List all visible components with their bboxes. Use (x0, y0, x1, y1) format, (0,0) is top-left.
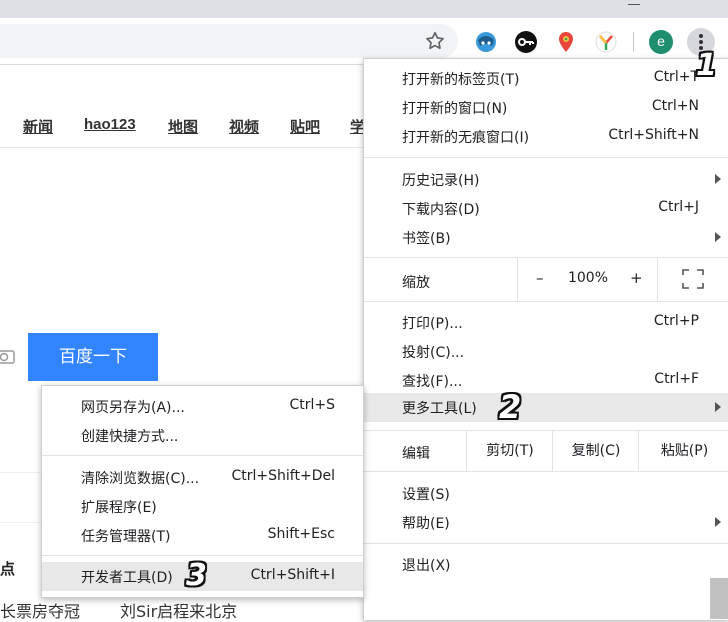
menu-separator (42, 455, 363, 456)
menu-item-print[interactable]: 打印(P)... Ctrl+P (364, 308, 728, 337)
zoom-row: 缩放 – 100% + (364, 258, 728, 301)
step-annotation-1: 1 (696, 48, 717, 83)
chevron-right-icon (715, 402, 721, 412)
chevron-right-icon (715, 232, 721, 242)
menu-item-bookmarks[interactable]: 书签(B) (364, 223, 728, 252)
menu-item-label: 历史记录(H) (402, 173, 480, 189)
cut-button[interactable]: 剪切(T) (466, 431, 553, 471)
avatar[interactable]: e (649, 30, 673, 54)
menu-item-shortcut: Ctrl+P (653, 313, 699, 329)
star-icon[interactable] (424, 30, 446, 52)
nav-link-tieba[interactable]: 贴吧 (290, 116, 320, 137)
address-bar[interactable] (0, 24, 458, 58)
menu-item-exit[interactable]: 退出(X) (364, 550, 728, 579)
menu-item-label: 打开新的无痕窗口(I) (402, 130, 530, 146)
menu-item-label: 退出(X) (402, 558, 451, 574)
menu-item-label: 打开新的标签页(T) (402, 72, 520, 88)
menu-item-new-tab[interactable]: 打开新的标签页(T) Ctrl+T (364, 64, 728, 93)
menu-item-extensions[interactable]: 扩展程序(E) (42, 492, 363, 521)
news-item[interactable]: 刘Sir启程来北京 (120, 598, 237, 622)
menu-item-downloads[interactable]: 下载内容(D) Ctrl+J (364, 194, 728, 223)
menu-item-incognito[interactable]: 打开新的无痕窗口(I) Ctrl+Shift+N (364, 122, 728, 151)
nav-link-video[interactable]: 视频 (229, 116, 259, 137)
nav-link-news[interactable]: 新闻 (23, 116, 53, 137)
menu-item-find[interactable]: 查找(F)... Ctrl+F (364, 366, 728, 395)
menu-item-label: 打开新的窗口(N) (402, 101, 508, 117)
menu-item-label: 书签(B) (402, 231, 451, 247)
extension-location-icon[interactable] (554, 30, 578, 54)
scrollbar-thumb[interactable] (710, 578, 728, 619)
menu-item-shortcut: Ctrl+S (289, 397, 335, 413)
menu-item-shortcut: Shift+Esc (267, 526, 335, 542)
menu-item-settings[interactable]: 设置(S) (364, 479, 728, 508)
menu-item-label: 帮助(E) (402, 516, 450, 532)
edit-label: 编辑 (402, 446, 430, 462)
menu-item-create-shortcut[interactable]: 创建快捷方式... (42, 421, 363, 450)
menu-item-shortcut: Ctrl+F (654, 371, 699, 387)
menu-item-label: 打印(P)... (402, 316, 463, 332)
menu-item-task-manager[interactable]: 任务管理器(T) Shift+Esc (42, 521, 363, 550)
minimize-icon[interactable] (628, 0, 640, 5)
news-heading: 点 (0, 560, 16, 578)
menu-item-label: 投射(C)... (402, 345, 465, 361)
menu-item-more-tools[interactable]: 更多工具(L) (364, 393, 728, 422)
extension-anime-icon[interactable] (474, 30, 498, 54)
menu-separator (364, 543, 728, 544)
menu-separator (42, 555, 363, 556)
baidu-search-button[interactable]: 百度一下 (28, 333, 158, 381)
menu-item-history[interactable]: 历史记录(H) (364, 165, 728, 194)
toolbar-separator (633, 32, 634, 52)
extension-key-icon[interactable] (514, 30, 538, 54)
menu-item-shortcut: Ctrl+T (653, 69, 699, 85)
menu-separator (364, 301, 728, 302)
news-item[interactable]: 长票房夺冠 (0, 598, 80, 622)
zoom-out-button[interactable]: – (536, 269, 544, 287)
copy-button[interactable]: 复制(C) (552, 431, 639, 471)
step-annotation-2: 2 (499, 388, 522, 426)
menu-separator (364, 157, 728, 158)
menu-item-label: 清除浏览数据(C)... (81, 471, 200, 487)
menu-separator (364, 471, 728, 472)
menu-item-label: 更多工具(L) (402, 401, 477, 417)
zoom-in-button[interactable]: + (630, 269, 643, 287)
nav-link-map[interactable]: 地图 (168, 116, 198, 137)
extension-y-icon[interactable] (594, 30, 618, 54)
menu-item-label: 创建快捷方式... (81, 429, 179, 445)
menu-item-label: 网页另存为(A)... (81, 400, 185, 416)
chevron-right-icon (715, 174, 721, 184)
title-bar (0, 0, 728, 18)
menu-item-save-page[interactable]: 网页另存为(A)... Ctrl+S (42, 392, 363, 421)
chrome-main-menu: 打开新的标签页(T) Ctrl+T 打开新的窗口(N) Ctrl+N 打开新的无… (363, 58, 728, 620)
camera-icon[interactable] (0, 347, 16, 365)
menu-item-shortcut: Ctrl+Shift+I (250, 567, 335, 583)
menu-item-label: 查找(F)... (402, 374, 463, 390)
zoom-label: 缩放 (402, 275, 430, 291)
zoom-level: 100% (567, 270, 609, 286)
edit-row: 编辑 剪切(T) 复制(C) 粘贴(P) (364, 431, 728, 471)
menu-item-label: 设置(S) (402, 487, 450, 503)
menu-item-label: 下载内容(D) (402, 202, 480, 218)
menu-item-cast[interactable]: 投射(C)... (364, 337, 728, 366)
chevron-right-icon (715, 517, 721, 527)
fullscreen-button[interactable] (657, 258, 728, 301)
nav-link-hao123[interactable]: hao123 (84, 116, 136, 133)
menu-item-label: 任务管理器(T) (81, 529, 171, 545)
paste-button[interactable]: 粘贴(P) (638, 431, 728, 471)
baidu-nav-links: 新闻 hao123 地图 视频 贴吧 学 (0, 107, 365, 148)
menu-item-shortcut: Ctrl+N (651, 98, 699, 114)
menu-item-new-window[interactable]: 打开新的窗口(N) Ctrl+N (364, 93, 728, 122)
menu-item-clear-data[interactable]: 清除浏览数据(C)... Ctrl+Shift+Del (42, 463, 363, 492)
menu-item-shortcut: Ctrl+Shift+N (608, 127, 699, 143)
menu-item-shortcut: Ctrl+J (658, 199, 699, 215)
menu-item-help[interactable]: 帮助(E) (364, 508, 728, 537)
menu-item-shortcut: Ctrl+Shift+Del (231, 468, 335, 484)
fullscreen-icon (682, 269, 704, 289)
menu-item-label: 扩展程序(E) (81, 500, 157, 516)
menu-item-label: 开发者工具(D) (81, 570, 173, 586)
step-annotation-3: 3 (186, 558, 207, 593)
